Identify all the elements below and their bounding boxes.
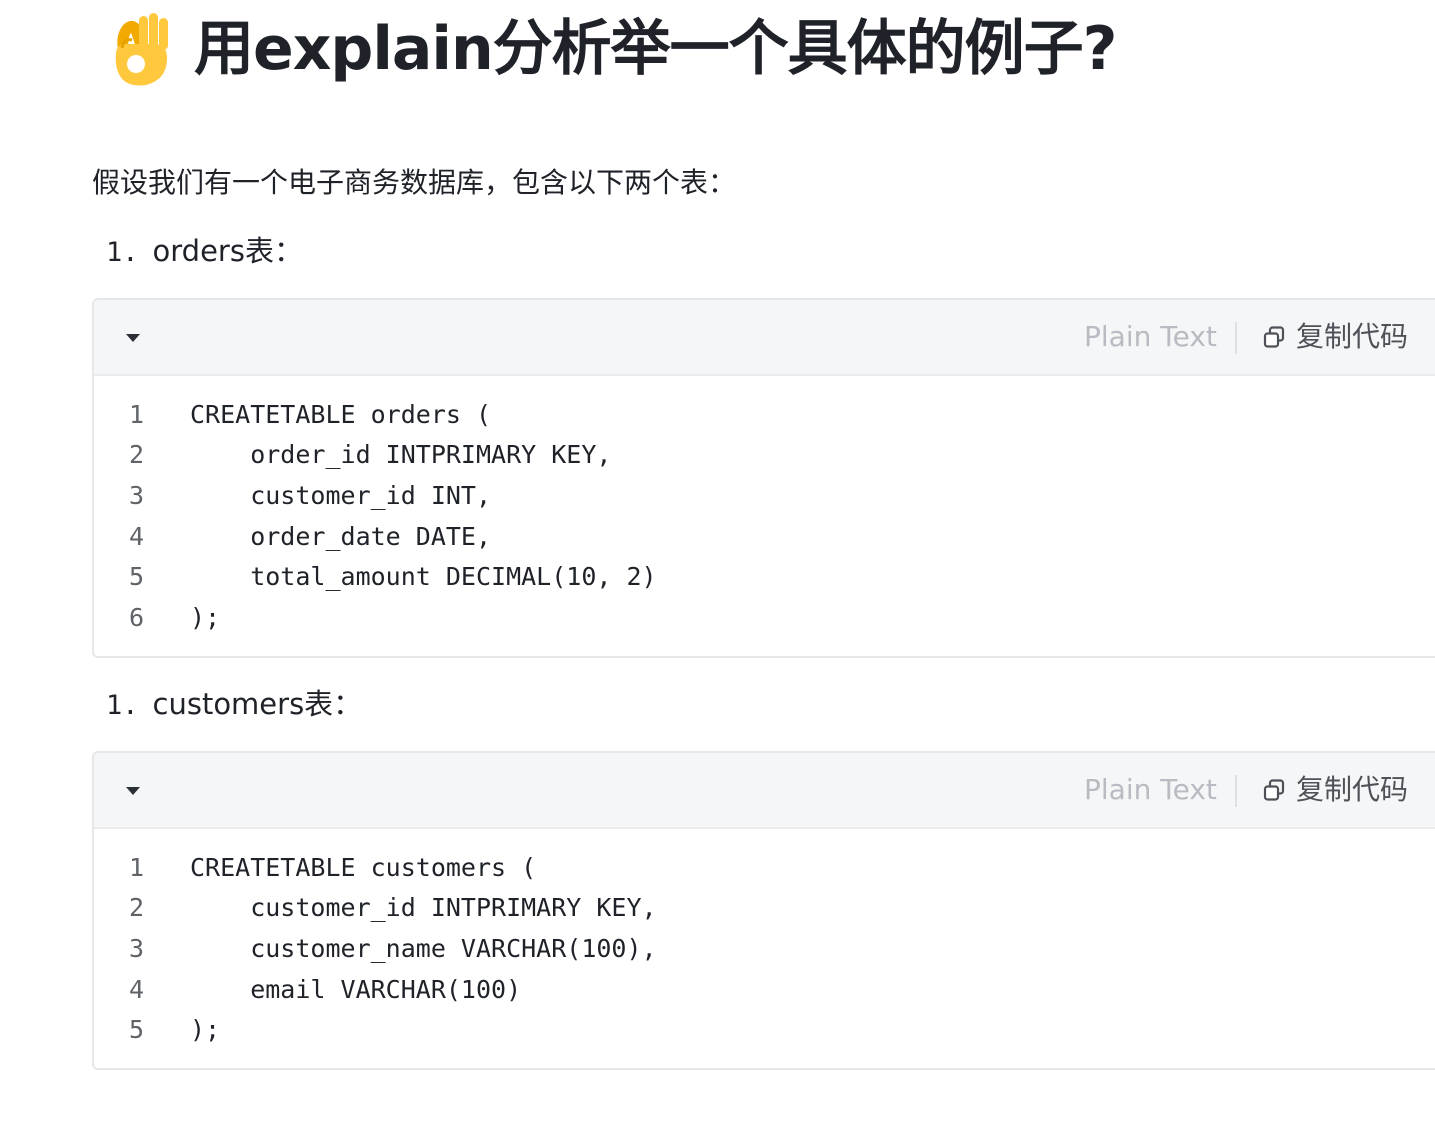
heading-title: 用explain分析举一个具体的例子? [194,14,1117,84]
line-number: 3 [128,480,144,510]
copy-icon [1263,326,1285,348]
list-item-orders: 1. orders表： [106,228,303,276]
code-line: 5 total_amount DECIMAL(10, 2) [94,556,1435,597]
code-block-header: Plain Text 复制代码 [94,753,1435,829]
code-line: 2 order_id INTPRIMARY KEY, [94,435,1435,476]
code-block-orders: Plain Text 复制代码 1 CREATETABLE orders ( 2 … [92,298,1435,658]
line-number: 2 [128,440,144,470]
code-body: 1 CREATETABLE orders ( 2 order_id INTPRIM… [94,376,1435,656]
line-code: order_date DATE, [190,521,492,551]
code-body: 1 CREATETABLE customers ( 2 customer_id I… [94,829,1435,1068]
collapse-caret-icon[interactable] [126,787,140,795]
list-item-customers: 1. customers表： [106,681,362,729]
line-number: 4 [128,521,144,551]
copy-code-label: 复制代码 [1296,773,1409,806]
code-line: 5); [94,1009,1435,1050]
line-code: customer_id INT, [190,480,492,510]
line-code: customer_id INTPRIMARY KEY, [190,893,657,923]
list-label: orders表： [152,234,303,268]
line-code: order_id INTPRIMARY KEY, [190,440,612,470]
copy-icon [1263,779,1285,801]
code-line: 2 customer_id INTPRIMARY KEY, [94,888,1435,929]
list-label: customers表： [152,687,363,721]
code-block-header: Plain Text 复制代码 [94,300,1435,376]
ok-hand-icon [115,13,168,86]
line-code: ); [190,1015,221,1045]
line-number: 5 [128,1015,144,1045]
copy-code-button[interactable]: 复制代码 [1262,770,1408,810]
language-label[interactable]: Plain Text [1084,317,1217,357]
line-number: 3 [128,933,144,963]
line-number: 6 [128,602,144,632]
copy-code-button[interactable]: 复制代码 [1262,317,1408,357]
code-line: 1 CREATETABLE orders ( [94,394,1435,435]
line-code: customer_name VARCHAR(100), [190,933,657,963]
line-code: total_amount DECIMAL(10, 2) [190,562,657,592]
code-line: 1 CREATETABLE customers ( [94,847,1435,888]
line-number: 1 [128,399,144,429]
list-number: 1. [106,690,139,721]
line-number: 1 [128,852,144,882]
line-number: 5 [128,562,144,592]
header-divider [1235,322,1237,354]
code-line: 4 email VARCHAR(100) [94,969,1435,1010]
page-heading: 用explain分析举一个具体的例子? [110,4,1117,94]
code-line: 6); [94,597,1435,638]
code-line: 3 customer_id INT, [94,475,1435,516]
code-line: 3 customer_name VARCHAR(100), [94,928,1435,969]
header-divider [1235,775,1237,807]
copy-code-label: 复制代码 [1296,320,1409,353]
line-code: ); [190,602,221,632]
intro-paragraph: 假设我们有一个电子商务数据库，包含以下两个表： [92,166,737,199]
code-line: 4 order_date DATE, [94,516,1435,557]
collapse-caret-icon[interactable] [126,334,140,342]
line-code: CREATETABLE orders ( [190,399,492,429]
line-number: 2 [128,893,144,923]
line-number: 4 [128,974,144,1004]
language-label[interactable]: Plain Text [1084,770,1217,810]
list-number: 1. [106,237,139,268]
line-code: email VARCHAR(100) [190,974,522,1004]
code-block-customers: Plain Text 复制代码 1 CREATETABLE customers (… [92,751,1435,1070]
line-code: CREATETABLE customers ( [190,852,537,882]
